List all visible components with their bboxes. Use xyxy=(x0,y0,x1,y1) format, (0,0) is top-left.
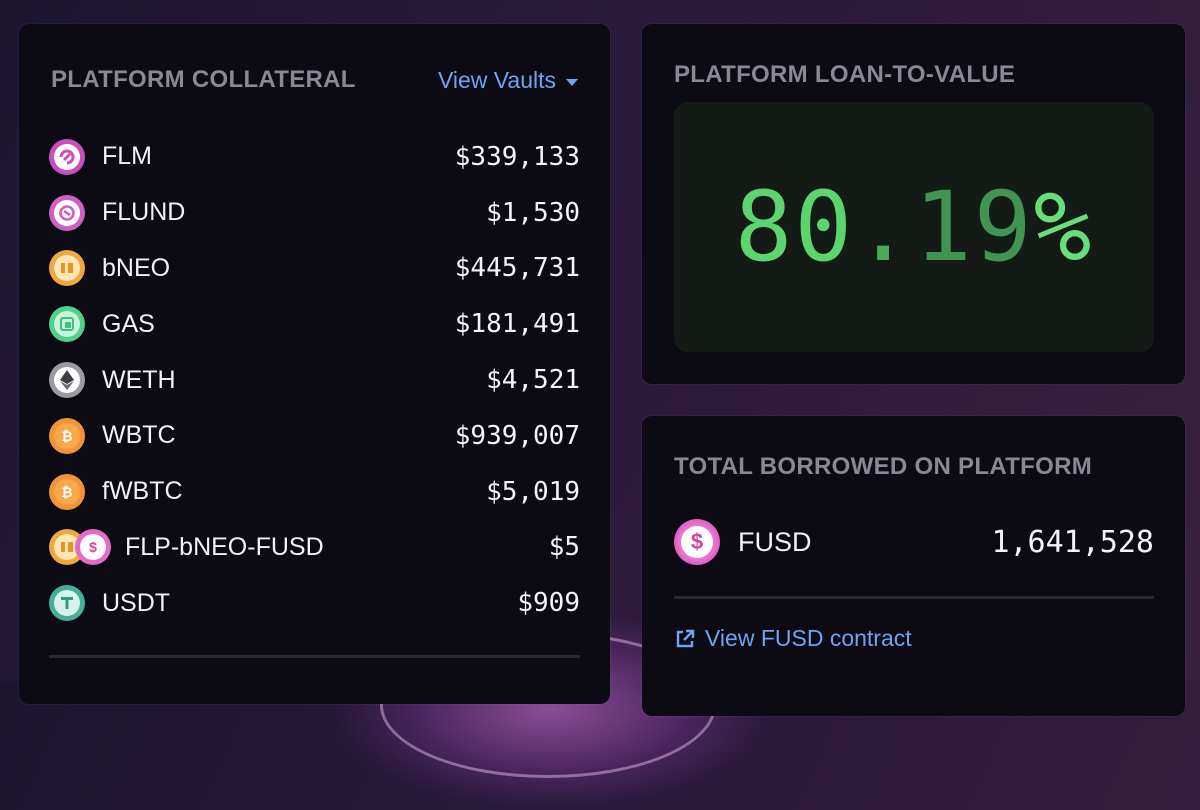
platform-collateral-card: PLATFORM COLLATERAL View Vaults FLM $339… xyxy=(19,24,610,704)
flm-icon xyxy=(49,138,85,175)
usdt-icon xyxy=(49,585,85,622)
asset-value: $939,007 xyxy=(454,420,580,451)
asset-value: $5 xyxy=(548,532,580,563)
borrowed-token-row: $ FUSD 1,641,528 xyxy=(674,516,1154,568)
divider xyxy=(49,655,580,658)
asset-name: bNEO xyxy=(102,253,171,282)
ltv-value: 80.19% xyxy=(735,171,1094,283)
collateral-asset-list: FLM $339,133 FLUND $1,530 bNEO $445,731 xyxy=(49,129,580,631)
asset-row-flm: FLM $339,133 xyxy=(49,129,580,185)
ltv-display: 80.19% xyxy=(674,102,1154,352)
asset-name: WETH xyxy=(102,365,176,394)
weth-icon xyxy=(49,362,85,399)
asset-name: WBTC xyxy=(102,421,176,450)
asset-row-flp-bneo-fusd: $ FLP-bNEO-FUSD $5 xyxy=(49,520,580,576)
asset-value: $909 xyxy=(517,588,580,619)
asset-name: fWBTC xyxy=(102,477,183,506)
asset-value: $4,521 xyxy=(486,365,580,396)
borrowed-title: TOTAL BORROWED ON PLATFORM xyxy=(674,453,1092,480)
platform-ltv-card: PLATFORM LOAN-TO-VALUE 80.19% xyxy=(642,24,1185,384)
asset-value: $1,530 xyxy=(486,197,580,228)
asset-name: FLUND xyxy=(102,198,186,227)
fwbtc-icon: ₿ xyxy=(49,473,85,510)
asset-value: $181,491 xyxy=(454,309,580,340)
fusd-icon: $ xyxy=(674,519,720,565)
asset-value: $339,133 xyxy=(454,141,580,172)
asset-name: GAS xyxy=(102,309,155,338)
asset-row-weth: WETH $4,521 xyxy=(49,352,580,408)
asset-row-bneo: bNEO $445,731 xyxy=(49,241,580,297)
divider xyxy=(674,596,1154,599)
view-vaults-label: View Vaults xyxy=(437,67,556,93)
asset-value: $5,019 xyxy=(486,476,580,507)
gas-icon xyxy=(49,306,85,343)
asset-name: FLP-bNEO-FUSD xyxy=(125,532,324,561)
asset-row-fwbtc: ₿ fWBTC $5,019 xyxy=(49,464,580,520)
bneo-icon xyxy=(49,250,85,287)
asset-row-flund: FLUND $1,530 xyxy=(49,185,580,241)
borrowed-amount: 1,641,528 xyxy=(991,524,1154,560)
asset-row-gas: GAS $181,491 xyxy=(49,296,580,352)
collateral-title: PLATFORM COLLATERAL xyxy=(51,66,356,93)
ltv-decimal-point: . xyxy=(854,171,914,283)
wbtc-icon: ₿ xyxy=(49,417,85,454)
ltv-decimals: 19 xyxy=(914,171,1034,283)
view-vaults-dropdown[interactable]: View Vaults xyxy=(438,67,578,94)
ltv-title: PLATFORM LOAN-TO-VALUE xyxy=(674,61,1016,88)
total-borrowed-card: TOTAL BORROWED ON PLATFORM $ FUSD 1,641,… xyxy=(642,416,1185,716)
flp-bneo-fusd-icon: $ xyxy=(49,529,111,566)
asset-name: USDT xyxy=(102,588,171,617)
ltv-integer: 80 xyxy=(734,171,855,283)
asset-name: FLM xyxy=(102,142,152,171)
asset-row-wbtc: ₿ WBTC $939,007 xyxy=(49,408,580,464)
fusd-icon: $ xyxy=(75,529,111,566)
flund-icon xyxy=(49,194,85,231)
asset-row-usdt: USDT $909 xyxy=(49,575,580,631)
borrowed-token-name: FUSD xyxy=(738,526,812,557)
view-fusd-contract-label: View FUSD contract xyxy=(705,625,912,651)
ltv-percent-sign: % xyxy=(1033,171,1094,283)
view-fusd-contract-link[interactable]: View FUSD contract xyxy=(674,625,912,652)
external-link-icon xyxy=(676,629,695,647)
asset-value: $445,731 xyxy=(454,253,580,284)
caret-down-icon xyxy=(566,78,578,86)
